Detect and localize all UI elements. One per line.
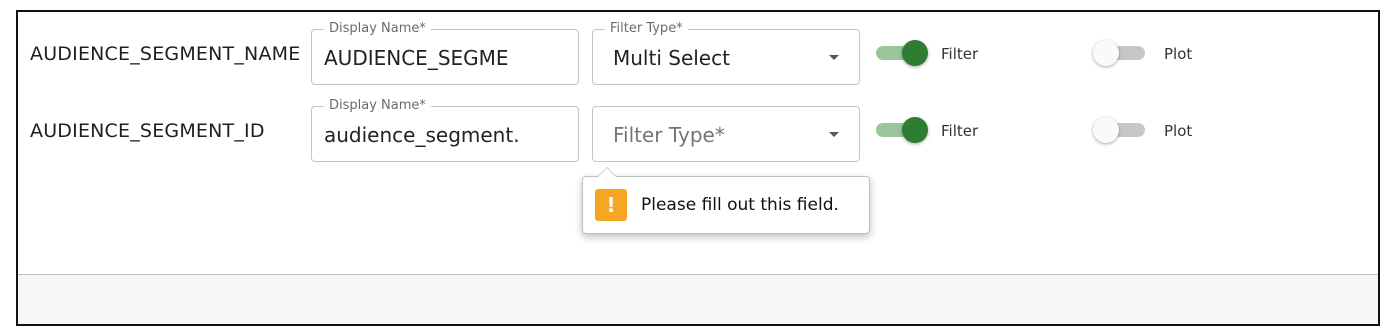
display-name-field[interactable]: Display Name* AUDIENCE_SEGME <box>311 21 579 85</box>
filter-toggle[interactable] <box>872 115 928 145</box>
display-name-legend: Display Name* <box>324 98 431 114</box>
toggle-thumb[interactable] <box>902 40 928 66</box>
filter-type-legend: Filter Type* <box>605 21 688 37</box>
toggle-thumb[interactable] <box>1093 40 1119 66</box>
plot-toggle[interactable] <box>1093 38 1149 68</box>
filter-toggle-label: Filter <box>941 45 979 63</box>
field-name-label: AUDIENCE_SEGMENT_NAME <box>30 43 301 65</box>
filter-toggle[interactable] <box>872 38 928 68</box>
warning-icon: ! <box>595 189 627 221</box>
filter-type-select[interactable]: Filter Type* Multi Select <box>592 21 860 85</box>
filter-toggle-label: Filter <box>941 122 979 140</box>
plot-toggle[interactable] <box>1093 115 1149 145</box>
chevron-down-icon[interactable] <box>829 132 839 137</box>
display-name-legend: Display Name* <box>324 21 431 37</box>
validation-tooltip: ! Please fill out this field. <box>582 167 870 234</box>
config-panel: AUDIENCE_SEGMENT_NAME Display Name* AUDI… <box>16 10 1380 326</box>
display-name-value[interactable]: AUDIENCE_SEGME <box>324 46 572 70</box>
chevron-down-icon[interactable] <box>829 55 839 60</box>
toggle-thumb[interactable] <box>1093 117 1119 143</box>
plot-toggle-label: Plot <box>1164 122 1193 140</box>
filter-type-placeholder: Filter Type* <box>613 123 725 147</box>
filter-type-select[interactable]: Filter Type* <box>592 106 860 162</box>
validation-message: Please fill out this field. <box>641 195 839 215</box>
field-name-label: AUDIENCE_SEGMENT_ID <box>30 120 265 142</box>
footer-bar <box>18 274 1378 324</box>
display-name-field[interactable]: Display Name* audience_segment. <box>311 98 579 162</box>
display-name-value[interactable]: audience_segment. <box>324 123 572 147</box>
plot-toggle-label: Plot <box>1164 45 1193 63</box>
filter-type-value: Multi Select <box>613 46 730 70</box>
tooltip-arrow-fill <box>598 168 616 177</box>
toggle-thumb[interactable] <box>902 117 928 143</box>
